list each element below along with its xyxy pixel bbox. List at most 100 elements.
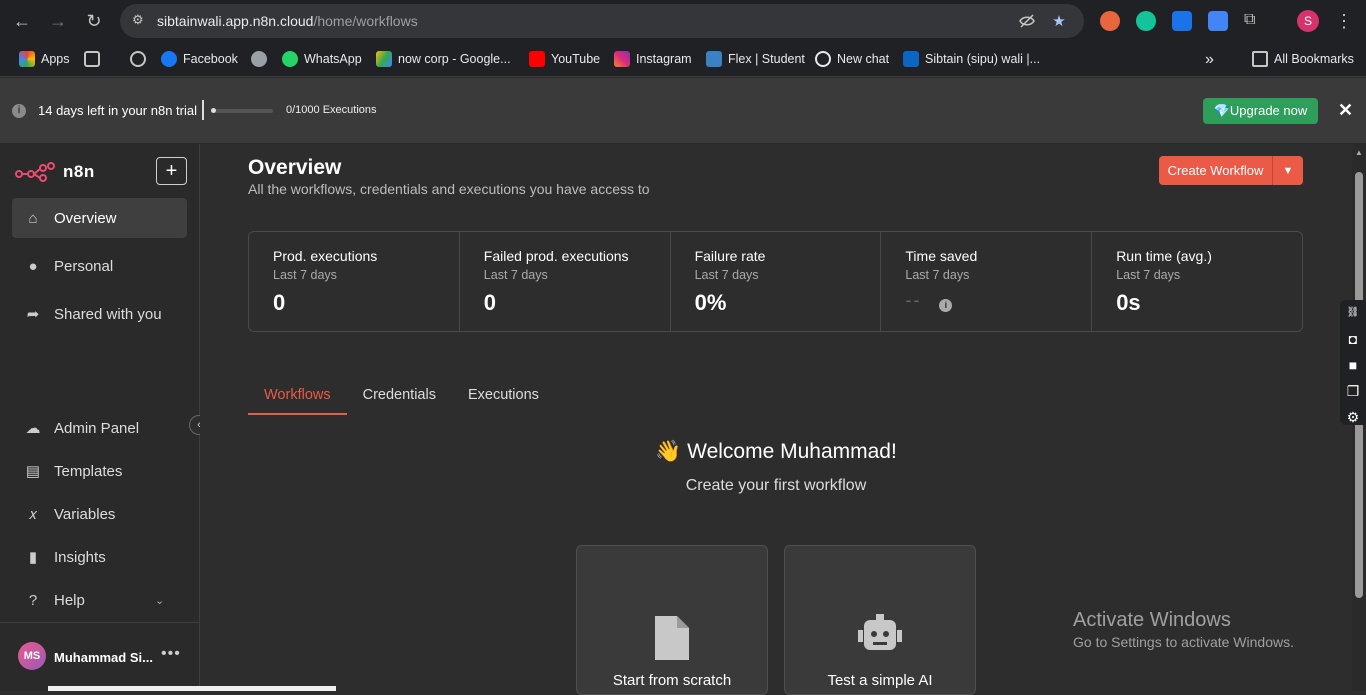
create-workflow-label[interactable]: Create Workflow [1159, 156, 1273, 185]
menu-kebab-icon[interactable]: ⋮ [1332, 9, 1356, 33]
sidebar-item-overview[interactable]: ⌂ Overview [12, 198, 187, 238]
create-workflow-button[interactable]: Create Workflow ▼ [1159, 156, 1303, 185]
back-icon[interactable]: ← [10, 9, 34, 33]
gear-icon[interactable]: ⚙ [1340, 404, 1366, 430]
folder-icon [1252, 51, 1268, 67]
info-icon: i [12, 104, 26, 118]
site-settings-icon[interactable]: ⚙ [132, 12, 150, 30]
tab-executions[interactable]: Executions [452, 381, 555, 415]
reload-icon[interactable]: ↻ [82, 9, 106, 33]
history-icon [130, 51, 146, 67]
bookmark-linkedin[interactable]: Sibtain (sipu) wali |... [903, 51, 1040, 67]
card-label: Test a simple AI [827, 672, 933, 689]
executions-count: 0/1000 Executions [286, 104, 377, 116]
extension-fire-icon[interactable] [1100, 11, 1120, 31]
extension-blue-icon[interactable] [1172, 11, 1192, 31]
whatsapp-icon [282, 51, 298, 67]
add-button[interactable]: + [156, 157, 187, 185]
instagram-icon [614, 51, 630, 67]
video-icon[interactable]: ■ [1340, 352, 1366, 378]
sidebar-item-personal[interactable]: ● Personal [12, 246, 187, 286]
brand-name: n8n [63, 162, 95, 181]
youtube-icon [529, 51, 545, 67]
bookmark-new-chat[interactable]: New chat [815, 51, 889, 67]
trial-banner: i 14 days left in your n8n trial 0/1000 … [0, 78, 1366, 144]
extension-docs-icon[interactable] [1208, 11, 1228, 31]
bookmark-flex[interactable]: Flex | Student [706, 51, 805, 67]
home-icon: ⌂ [28, 209, 38, 227]
cloud-icon: ☁ [25, 420, 41, 437]
page-subtitle: All the workflows, credentials and execu… [248, 181, 650, 197]
bookmark-globe[interactable] [251, 51, 273, 67]
windows-watermark: Activate Windows Go to Settings to activ… [1073, 609, 1294, 650]
grammarly-icon[interactable] [1136, 11, 1156, 31]
bookmark-whatsapp[interactable]: WhatsApp [282, 51, 362, 67]
facebook-icon [161, 51, 177, 67]
profile-avatar[interactable]: S [1297, 10, 1319, 32]
stat-failed-executions[interactable]: Failed prod. executions Last 7 days 0 [460, 232, 671, 331]
tabs: Workflows Credentials Executions [248, 381, 555, 415]
all-bookmarks[interactable]: All Bookmarks [1252, 51, 1354, 67]
taskbar-preview [48, 686, 336, 691]
chevron-down-icon[interactable]: ▼ [1273, 156, 1303, 185]
url-text[interactable]: sibtainwali.app.n8n.cloud/home/workflows [157, 13, 418, 29]
bookmark-apps[interactable]: Apps [19, 51, 70, 67]
bookmark-grid[interactable] [84, 51, 106, 67]
eye-off-icon[interactable] [1018, 12, 1036, 30]
bookmark-google-drive[interactable]: now corp - Google... [376, 51, 511, 67]
variable-icon: 𝑥 [28, 505, 38, 523]
bookmark-instagram[interactable]: Instagram [614, 51, 692, 67]
upgrade-button[interactable]: 💎Upgrade now [1203, 98, 1318, 124]
stat-failure-rate[interactable]: Failure rate Last 7 days 0% [671, 232, 882, 331]
browser-toolbar: ← → ↻ ⚙ sibtainwali.app.n8n.cloud/home/w… [0, 0, 1366, 42]
chevron-down-icon: ⌄ [155, 594, 165, 607]
close-icon[interactable]: ✕ [1338, 100, 1353, 121]
sidebar-item-insights[interactable]: ▮ Insights [12, 537, 187, 577]
user-name: Muhammad Si... [54, 650, 153, 665]
more-icon[interactable]: ••• [161, 645, 181, 663]
stat-run-time[interactable]: Run time (avg.) Last 7 days 0s [1092, 232, 1302, 331]
test-simple-ai-card[interactable]: Test a simple AI [784, 545, 976, 695]
welcome-subheading: Create your first workflow [685, 477, 867, 494]
apps-grid-icon [19, 51, 35, 67]
floating-toolbar: ⛓ ◘ ■ ❐ ⚙ [1340, 300, 1366, 425]
grid-icon [84, 51, 100, 67]
user-icon: ● [28, 257, 38, 275]
sidebar-item-variables[interactable]: 𝑥 Variables [12, 494, 187, 534]
linkedin-icon [903, 51, 919, 67]
welcome-heading: 👋 Welcome Muhammad! [655, 440, 897, 463]
sidebar-item-templates[interactable]: ▤ Templates [12, 451, 187, 491]
page-title: Overview [248, 156, 342, 179]
scroll-up-icon[interactable]: ▲ [1355, 148, 1363, 157]
divider [202, 100, 204, 120]
tab-credentials[interactable]: Credentials [347, 381, 452, 415]
bookmark-youtube[interactable]: YouTube [529, 51, 600, 67]
stat-time-saved[interactable]: Time saved Last 7 days -- i [881, 232, 1093, 331]
user-menu[interactable]: MS Muhammad Si... ••• [0, 622, 199, 691]
sidebar: n8n + ⌂ Overview ● Personal ➦ Shared with y… [0, 144, 209, 691]
link-icon[interactable]: ⛓ [1340, 300, 1366, 326]
bookmark-facebook[interactable]: Facebook [161, 51, 238, 67]
address-bar[interactable]: ⚙ sibtainwali.app.n8n.cloud/home/workflo… [120, 4, 1084, 38]
bookmarks-bar: Apps Facebook WhatsApp now corp - Google… [0, 42, 1366, 77]
bookmark-star-icon[interactable]: ★ [1050, 12, 1068, 30]
card-label: Start from scratch [612, 672, 732, 689]
extensions-puzzle-icon[interactable]: ⧉ [1244, 11, 1264, 31]
windows-icon[interactable]: ❐ [1340, 378, 1366, 404]
share-icon: ➦ [26, 306, 40, 323]
chart-icon: ▮ [28, 549, 38, 566]
sidebar-item-shared[interactable]: ➦ Shared with you [12, 294, 187, 334]
robot-icon [785, 614, 975, 664]
stat-prod-executions[interactable]: Prod. executions Last 7 days 0 [249, 232, 460, 331]
sidebar-item-help[interactable]: ? Help ⌄ [12, 580, 187, 620]
bookmarks-overflow[interactable]: » [1205, 51, 1214, 69]
bookmark-history[interactable] [130, 51, 152, 67]
camera-icon[interactable]: ◘ [1340, 326, 1366, 352]
question-icon: ? [28, 591, 38, 609]
sidebar-item-admin-panel[interactable]: ☁ Admin Panel [12, 408, 187, 448]
start-from-scratch-card[interactable]: Start from scratch [576, 545, 768, 695]
tab-workflows[interactable]: Workflows [248, 381, 347, 415]
forward-icon[interactable]: → [46, 9, 70, 33]
n8n-logo[interactable]: n8n [15, 162, 95, 182]
avatar: MS [18, 642, 46, 670]
